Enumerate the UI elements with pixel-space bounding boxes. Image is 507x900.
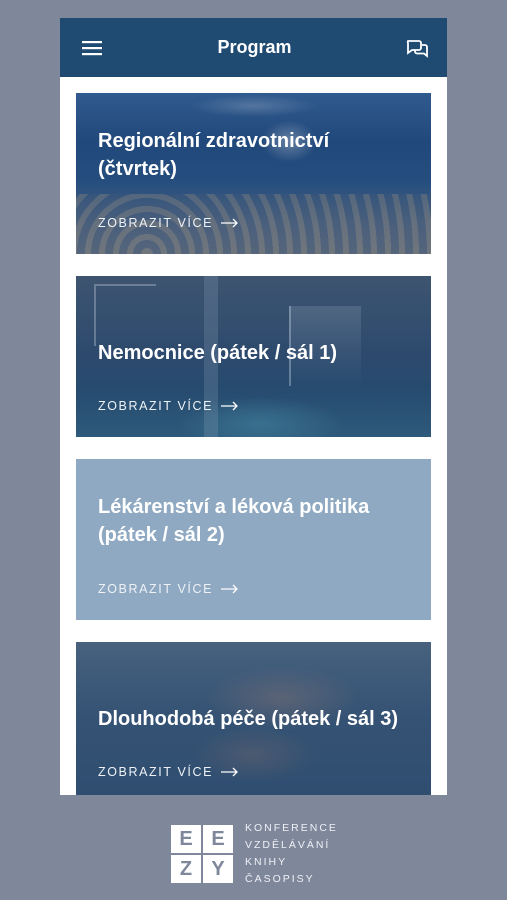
app-screen: Program Regionální zdravotnictví (čtvrte… (60, 18, 447, 795)
card-title-line: (pátek / sál 2) (98, 524, 225, 546)
show-more-link[interactable]: ZOBRAZIT VÍCE (98, 399, 239, 413)
brand-tagline: KONFERENCE VZDĚLÁVÁNÍ KNIHY ČASOPISY (245, 820, 338, 888)
program-card-regional-healthcare[interactable]: Regionální zdravotnictví (čtvrtek) ZOBRA… (76, 93, 431, 254)
arrow-right-icon (221, 584, 238, 594)
show-more-label: ZOBRAZIT VÍCE (98, 765, 214, 779)
program-card-hospital[interactable]: Nemocnice (pátek / sál 1) ZOBRAZIT VÍCE (76, 276, 431, 437)
show-more-label: ZOBRAZIT VÍCE (98, 399, 214, 413)
logo-letter: E (171, 825, 201, 853)
card-title: Nemocnice (pátek / sál 1) (98, 339, 415, 367)
card-title-line: Regionální zdravotnictví (98, 130, 330, 152)
tagline-line: KNIHY (245, 856, 288, 868)
logo-letter: Z (171, 855, 201, 883)
card-title: Lékárenství a léková politika (pátek / s… (98, 493, 415, 549)
tagline-line: KONFERENCE (245, 822, 338, 834)
program-card-long-term-care[interactable]: Dlouhodobá péče (pátek / sál 3) ZOBRAZIT… (76, 642, 431, 795)
program-card-pharmacy[interactable]: Lékárenství a léková politika (pátek / s… (76, 459, 431, 620)
show-more-label: ZOBRAZIT VÍCE (98, 582, 214, 596)
arrow-right-icon (221, 401, 238, 411)
chat-bubbles-icon[interactable] (405, 36, 429, 60)
logo-letter: Y (203, 855, 233, 883)
tagline-line: VZDĚLÁVÁNÍ (245, 839, 331, 851)
logo-letter: E (203, 825, 233, 853)
card-title-line: (čtvrtek) (98, 158, 177, 180)
program-list: Regionální zdravotnictví (čtvrtek) ZOBRA… (60, 77, 447, 795)
card-title-line: Lékárenství a léková politika (98, 496, 370, 518)
page-title: Program (217, 37, 292, 57)
show-more-link[interactable]: ZOBRAZIT VÍCE (98, 216, 239, 230)
brand-footer: E E Z Y KONFERENCE VZDĚLÁVÁNÍ KNIHY ČASO… (171, 820, 338, 888)
hamburger-icon[interactable] (80, 36, 104, 60)
arrow-right-icon (221, 767, 238, 777)
arrow-right-icon (221, 218, 238, 228)
show-more-link[interactable]: ZOBRAZIT VÍCE (98, 582, 239, 596)
eezy-logo: E E Z Y (171, 825, 233, 883)
card-title-line: Dlouhodobá péče (pátek / sál 3) (98, 708, 399, 730)
card-title: Regionální zdravotnictví (čtvrtek) (98, 127, 415, 183)
show-more-link[interactable]: ZOBRAZIT VÍCE (98, 765, 239, 779)
card-title-line: Nemocnice (pátek / sál 1) (98, 342, 337, 364)
card-title: Dlouhodobá péče (pátek / sál 3) (98, 705, 415, 733)
show-more-label: ZOBRAZIT VÍCE (98, 216, 214, 230)
app-bar: Program (60, 18, 447, 77)
tagline-line: ČASOPISY (245, 873, 315, 885)
